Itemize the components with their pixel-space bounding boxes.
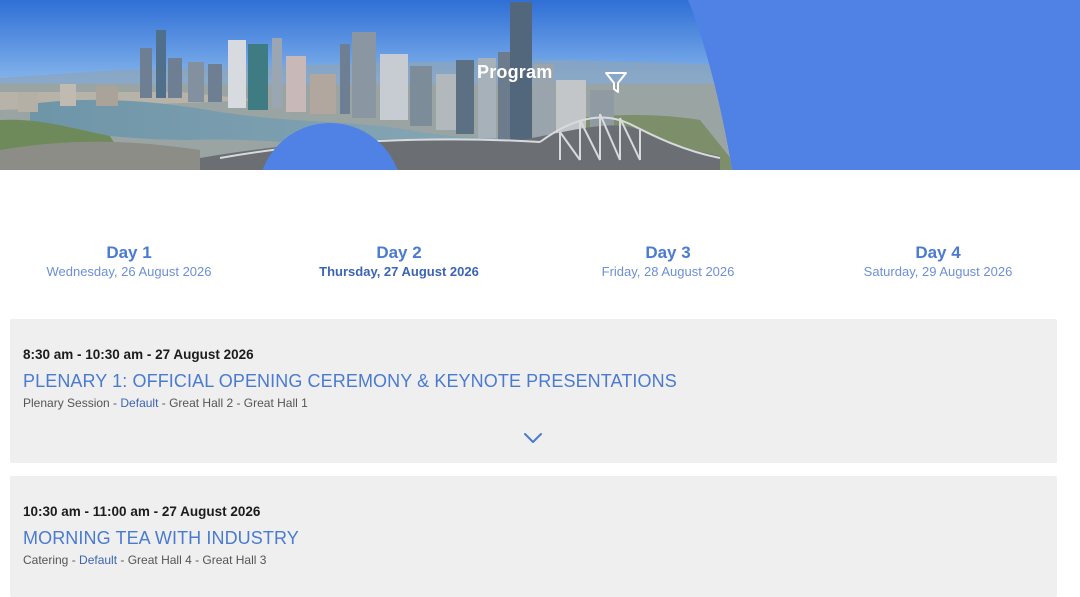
session-card: 8:30 am - 10:30 am - 27 August 2026 PLEN… [10, 319, 1057, 463]
session-meta: Catering - Default - Great Hall 4 - Grea… [23, 553, 266, 567]
filter-icon [605, 72, 627, 93]
meta-separator: - [109, 396, 121, 410]
session-stream-link[interactable]: Default [120, 396, 158, 410]
filter-button[interactable] [603, 70, 629, 96]
session-rooms: - Great Hall 4 - Great Hall 3 [117, 553, 267, 567]
day-label: Day 2 [376, 243, 422, 262]
meta-separator: - [68, 553, 80, 567]
page-title: Program [477, 62, 553, 82]
session-time: 8:30 am - 10:30 am - 27 August 2026 [23, 347, 254, 362]
session-rooms: - Great Hall 2 - Great Hall 1 [158, 396, 308, 410]
day-label: Day 3 [645, 243, 691, 262]
session-card: 10:30 am - 11:00 am - 27 August 2026 MOR… [10, 476, 1057, 597]
tab-day-3[interactable]: Day 3 Friday, 28 August 2026 [533, 243, 803, 281]
day-date: Saturday, 29 August 2026 [863, 264, 1013, 279]
session-type: Plenary Session [23, 396, 110, 410]
session-type: Catering [23, 553, 69, 567]
day-label: Day 1 [106, 243, 152, 262]
session-time: 10:30 am - 11:00 am - 27 August 2026 [23, 504, 261, 519]
tab-day-1[interactable]: Day 1 Wednesday, 26 August 2026 [0, 243, 264, 281]
day-tabs: Day 1 Wednesday, 26 August 2026 Day 2 Th… [0, 243, 1080, 287]
day-date: Friday, 28 August 2026 [601, 264, 735, 279]
chevron-down-icon [524, 433, 542, 443]
hero-banner: Program [0, 0, 1080, 170]
session-title-link[interactable]: MORNING TEA WITH INDUSTRY [23, 528, 299, 549]
day-date: Thursday, 27 August 2026 [319, 264, 479, 279]
session-stream-link[interactable]: Default [79, 553, 117, 567]
session-title-link[interactable]: PLENARY 1: OFFICIAL OPENING CEREMONY & K… [23, 371, 677, 392]
city-skyline-image [0, 0, 732, 170]
expand-session-button[interactable] [523, 431, 543, 443]
session-meta: Plenary Session - Default - Great Hall 2… [23, 396, 308, 410]
day-label: Day 4 [915, 243, 961, 262]
tab-day-2[interactable]: Day 2 Thursday, 27 August 2026 [264, 243, 534, 281]
tab-day-4[interactable]: Day 4 Saturday, 29 August 2026 [803, 243, 1073, 281]
day-date: Wednesday, 26 August 2026 [46, 264, 212, 279]
